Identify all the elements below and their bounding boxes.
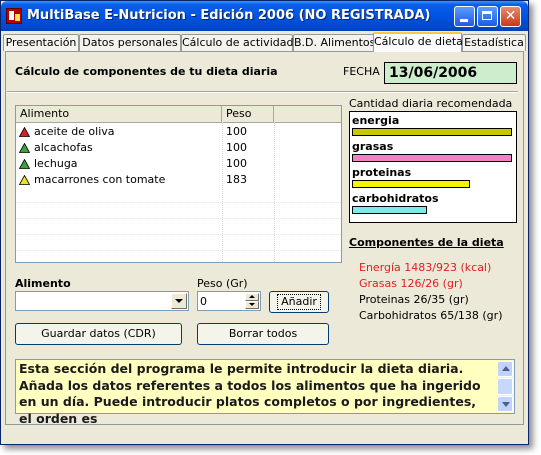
cdr-label-carbohidratos: carbohidratos xyxy=(352,192,439,205)
clear-all-button[interactable]: Borrar todos xyxy=(197,323,329,345)
food-name: aceite de oliva xyxy=(34,125,115,138)
componente-energia: Energía 1483/923 (kcal) xyxy=(359,261,492,274)
food-name: macarrones con tomate xyxy=(34,173,166,186)
tab-bd-alimentos[interactable]: B.D. Alimentos xyxy=(293,34,375,51)
food-weight: 100 xyxy=(226,125,247,138)
fecha-label: FECHA xyxy=(343,65,380,78)
list-header: Alimento Peso xyxy=(16,106,341,123)
help-message-box[interactable]: Esta sección del programa le permite int… xyxy=(15,359,515,426)
food-weight: 100 xyxy=(226,157,247,170)
food-list[interactable]: Alimento Peso aceite de oliva 100 alcach… xyxy=(15,105,342,263)
food-name: alcachofas xyxy=(34,141,93,154)
cdr-label-grasas: grasas xyxy=(352,140,394,153)
section-title: Cálculo de componentes de tu dieta diari… xyxy=(15,65,278,78)
help-message-text: Esta sección del programa le permite int… xyxy=(19,361,481,426)
column-header-peso[interactable]: Peso xyxy=(222,106,274,122)
cdr-bar-proteinas xyxy=(352,180,470,188)
alimento-label: Alimento xyxy=(15,277,71,290)
tab-datos-personales[interactable]: Datos personales xyxy=(79,34,181,51)
spin-down-icon[interactable] xyxy=(245,301,259,309)
tab-calculo-actividad[interactable]: Cálculo de actividad xyxy=(181,34,293,51)
cdr-panel: energia grasas proteinas carbohidratos xyxy=(349,111,517,223)
close-icon: ✕ xyxy=(504,8,517,24)
peso-input[interactable] xyxy=(200,293,244,309)
componente-proteinas: Proteinas 26/35 (gr) xyxy=(359,293,469,306)
app-window: MultiBase E-Nutricion - Edición 2006 (NO… xyxy=(0,0,529,445)
row-gridline xyxy=(16,202,341,203)
table-row[interactable]: alcachofas 100 xyxy=(16,140,341,156)
red-triangle-icon xyxy=(19,127,30,137)
table-row[interactable]: macarrones con tomate 183 xyxy=(16,172,341,188)
row-gridline xyxy=(16,218,341,219)
peso-stepper[interactable] xyxy=(197,291,261,311)
table-row[interactable]: lechuga 100 xyxy=(16,156,341,172)
tab-estadistica[interactable]: Estadística xyxy=(462,34,526,51)
chevron-down-icon[interactable] xyxy=(171,293,187,309)
app-icon[interactable] xyxy=(6,8,22,24)
fecha-value: 13/06/2006 xyxy=(384,62,517,84)
add-button[interactable]: Añadir xyxy=(269,291,329,313)
componente-carbohidratos: Carbohidratos 65/138 (gr) xyxy=(359,309,503,322)
food-name: lechuga xyxy=(34,157,78,170)
cdr-bar-carbohidratos xyxy=(352,206,427,214)
componente-grasas: Grasas 126/26 (gr) xyxy=(359,277,463,290)
cdr-bar-grasas xyxy=(352,154,512,162)
title-bar[interactable]: MultiBase E-Nutricion - Edición 2006 (NO… xyxy=(1,1,528,31)
componentes-title: Componentes de la dieta xyxy=(349,236,504,249)
yellow-triangle-icon xyxy=(19,175,30,185)
green-triangle-icon xyxy=(19,159,30,169)
cdr-label-proteinas: proteinas xyxy=(352,166,412,179)
cdr-label-energia: energia xyxy=(352,114,400,127)
window-title: MultiBase E-Nutricion - Edición 2006 (NO… xyxy=(27,8,431,23)
food-weight: 183 xyxy=(226,173,247,186)
tab-presentacion[interactable]: Presentación xyxy=(3,34,79,51)
tab-calculo-dieta[interactable]: Cálculo de dieta xyxy=(373,32,463,52)
vertical-scrollbar[interactable] xyxy=(497,361,513,412)
row-gridline xyxy=(16,234,341,235)
minimize-button[interactable] xyxy=(454,6,475,27)
divider xyxy=(7,91,518,93)
column-header-alimento[interactable]: Alimento xyxy=(16,106,222,122)
scroll-up-icon[interactable] xyxy=(497,361,513,377)
table-row[interactable]: aceite de oliva 100 xyxy=(16,124,341,140)
close-button[interactable]: ✕ xyxy=(500,6,521,27)
row-gridline xyxy=(16,250,341,251)
maximize-button[interactable] xyxy=(477,6,498,27)
save-button[interactable]: Guardar datos (CDR) xyxy=(15,323,182,345)
green-triangle-icon xyxy=(19,143,30,153)
add-button-label: Añadir xyxy=(277,294,321,310)
peso-label: Peso (Gr) xyxy=(197,277,248,290)
food-weight: 100 xyxy=(226,141,247,154)
alimento-combo[interactable] xyxy=(15,291,189,311)
cdr-title: Cantidad diaria recomendada xyxy=(349,97,513,110)
spin-up-icon[interactable] xyxy=(245,293,259,301)
scroll-down-icon[interactable] xyxy=(497,396,513,412)
cdr-bar-energia xyxy=(352,128,512,136)
scroll-thumb[interactable] xyxy=(497,378,513,395)
